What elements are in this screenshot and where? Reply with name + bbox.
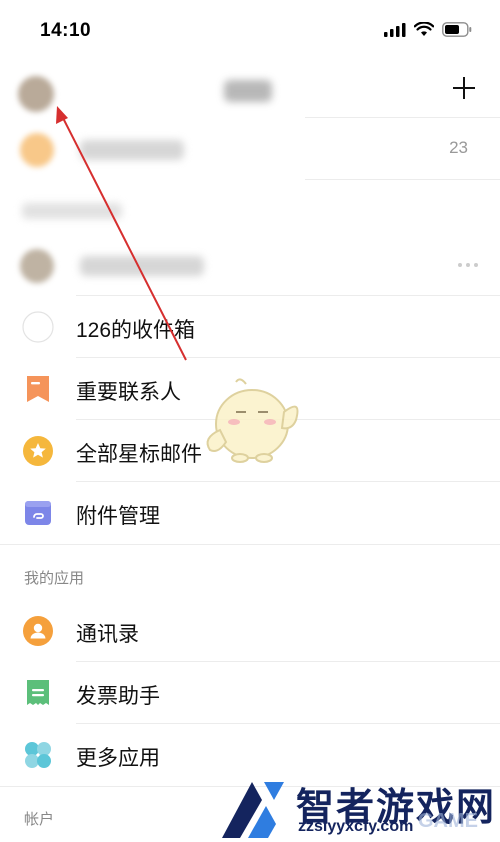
circle-outline-icon bbox=[22, 311, 54, 343]
inbox-icon bbox=[20, 133, 54, 167]
more-icon[interactable] bbox=[458, 263, 478, 267]
app-item-label: 通讯录 bbox=[76, 623, 139, 646]
inbox-label bbox=[80, 140, 184, 160]
wifi-icon bbox=[414, 22, 434, 36]
account-title bbox=[224, 80, 272, 102]
inbox-row[interactable]: 23 bbox=[0, 118, 500, 180]
menu-item-inbox-126[interactable]: 126的收件箱 bbox=[0, 296, 500, 358]
account-avatar bbox=[20, 249, 54, 283]
account-row[interactable] bbox=[0, 234, 500, 296]
watermark-url: zzslyyxcfy.com bbox=[298, 818, 414, 835]
menu-item-label: 126的收件箱 bbox=[76, 319, 196, 342]
menu-item-attachments[interactable]: 附件管理 bbox=[0, 482, 500, 544]
plus-icon[interactable] bbox=[448, 72, 480, 104]
mascot-sticker bbox=[206, 378, 299, 463]
unread-count: 23 bbox=[449, 138, 468, 157]
more-apps-icon bbox=[25, 742, 51, 768]
status-bar: 14:10 bbox=[0, 0, 500, 60]
status-icons bbox=[384, 22, 472, 37]
app-item-contacts[interactable]: 通讯录 bbox=[0, 600, 500, 662]
watermark-faint-text: GAME bbox=[418, 810, 478, 832]
section-title-my-apps: 我的应用 bbox=[24, 570, 85, 587]
avatar[interactable] bbox=[18, 76, 54, 112]
invoice-icon bbox=[27, 680, 49, 705]
app-item-invoice-assistant[interactable]: 发票助手 bbox=[0, 662, 500, 724]
status-time: 14:10 bbox=[40, 20, 92, 41]
section-divider bbox=[0, 544, 500, 545]
contacts-icon bbox=[23, 616, 53, 646]
section-header bbox=[22, 203, 122, 219]
account-label bbox=[80, 256, 204, 276]
cellular-signal-icon bbox=[384, 22, 406, 37]
menu-item-label: 重要联系人 bbox=[76, 381, 181, 404]
watermark: 智者游戏网 GAME zzslyyxcfy.com bbox=[218, 770, 500, 842]
app-item-label: 发票助手 bbox=[76, 685, 160, 708]
watermark-logo bbox=[222, 782, 284, 838]
section-title-account: 帐户 bbox=[24, 811, 55, 828]
menu-item-label: 附件管理 bbox=[76, 505, 160, 528]
app-item-label: 更多应用 bbox=[76, 747, 160, 770]
header bbox=[0, 60, 500, 118]
bookmark-icon bbox=[27, 376, 49, 402]
menu-item-label: 全部星标邮件 bbox=[76, 443, 202, 466]
divider bbox=[305, 179, 500, 180]
battery-icon bbox=[442, 22, 472, 37]
attachment-folder-icon bbox=[25, 501, 51, 525]
star-icon bbox=[23, 436, 53, 466]
